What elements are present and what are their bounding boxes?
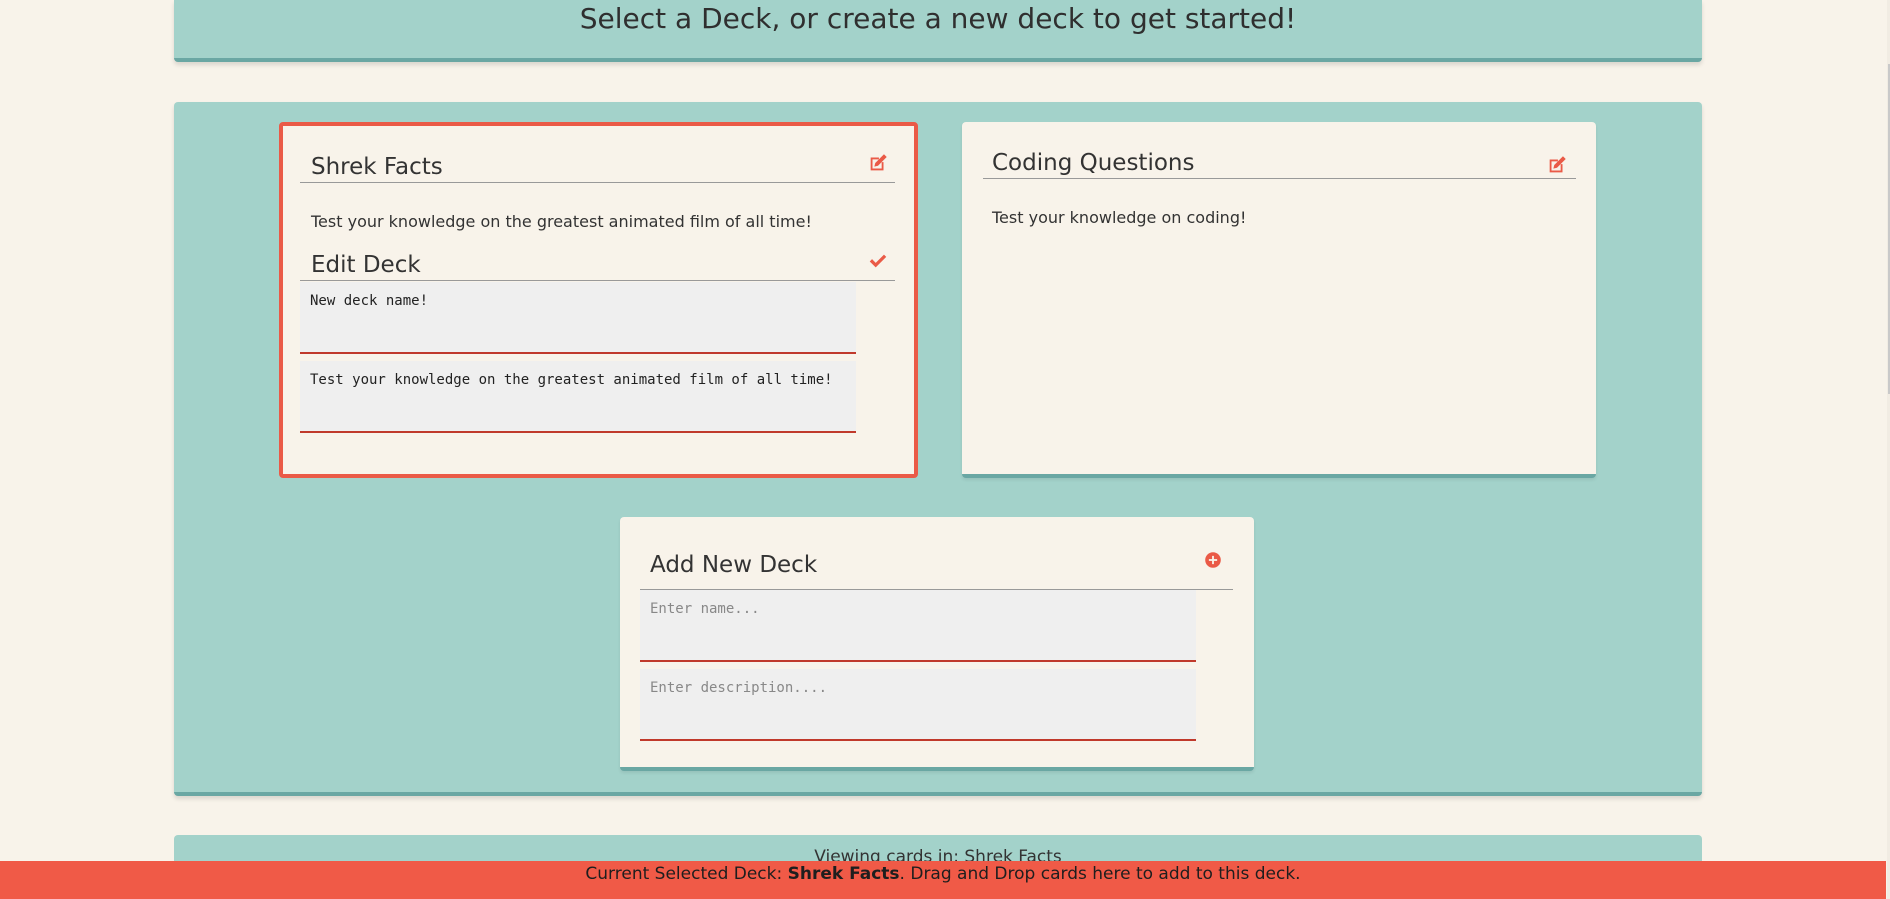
add-deck-title: Add New Deck bbox=[650, 552, 818, 578]
footer-prefix: Current Selected Deck: bbox=[585, 864, 788, 884]
edit-deck-title: Edit Deck bbox=[311, 252, 421, 278]
header-banner: Select a Deck, or create a new deck to g… bbox=[174, 0, 1702, 62]
page: Select a Deck, or create a new deck to g… bbox=[0, 0, 1890, 899]
footer-deck-name: Shrek Facts bbox=[787, 864, 900, 884]
decks-panel: Shrek Facts Test your knowledge on the g… bbox=[174, 102, 1702, 796]
footer-suffix: . Drag and Drop cards here to add to thi… bbox=[899, 864, 1301, 884]
edit-deck-description-input[interactable] bbox=[300, 361, 856, 433]
edit-icon[interactable] bbox=[867, 152, 889, 174]
deck-description: Test your knowledge on coding! bbox=[992, 208, 1247, 227]
edit-deck-name-input[interactable] bbox=[300, 282, 856, 354]
new-deck-description-input[interactable] bbox=[640, 669, 1196, 741]
deck-title: Coding Questions bbox=[992, 150, 1195, 176]
add-deck-card: Add New Deck bbox=[620, 517, 1254, 771]
new-deck-name-input[interactable] bbox=[640, 590, 1196, 662]
plus-circle-icon[interactable] bbox=[1202, 549, 1224, 571]
deck-card-shrek-facts[interactable]: Shrek Facts Test your knowledge on the g… bbox=[279, 122, 918, 478]
check-icon[interactable] bbox=[867, 250, 889, 272]
page-title: Select a Deck, or create a new deck to g… bbox=[579, 2, 1297, 35]
deck-title: Shrek Facts bbox=[311, 154, 443, 180]
deck-description: Test your knowledge on the greatest anim… bbox=[311, 212, 812, 231]
selected-deck-drop-zone[interactable]: Current Selected Deck: Shrek Facts. Drag… bbox=[0, 861, 1886, 899]
edit-icon[interactable] bbox=[1546, 154, 1568, 176]
deck-card-coding-questions[interactable]: Coding Questions Test your knowledge on … bbox=[962, 122, 1596, 478]
